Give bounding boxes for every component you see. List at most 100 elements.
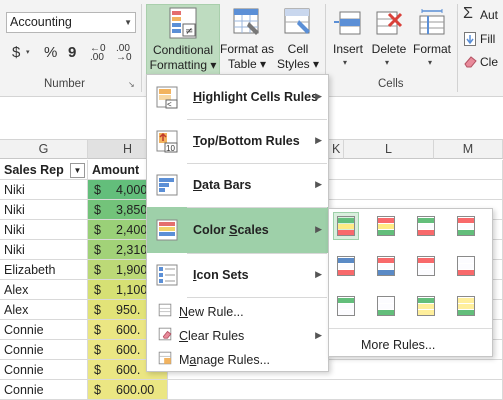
chevron-right-icon: ▶ bbox=[315, 135, 322, 145]
amount-cell[interactable]: $600.00 bbox=[88, 380, 168, 400]
new-rule-icon bbox=[155, 300, 179, 324]
swatch-band bbox=[338, 298, 354, 303]
column-header-k[interactable]: K bbox=[328, 140, 344, 159]
insert-button[interactable]: Insert ▾ bbox=[330, 4, 366, 74]
color-scale-swatch[interactable] bbox=[414, 213, 438, 239]
fill-down-icon bbox=[464, 32, 476, 46]
color-scale-swatch[interactable] bbox=[374, 293, 398, 319]
top-bottom-icon: 10 bbox=[155, 129, 179, 153]
sales-rep-cell[interactable]: Connie bbox=[0, 320, 88, 340]
chevron-down-icon[interactable]: ▼ bbox=[124, 13, 132, 32]
currency-symbol: $ bbox=[94, 383, 101, 397]
color-scale-swatch[interactable] bbox=[454, 253, 478, 279]
column-header-l[interactable]: L bbox=[344, 140, 434, 159]
swatch-band bbox=[458, 258, 474, 263]
cells-group-label: Cells bbox=[378, 78, 404, 90]
currency-format-button[interactable]: $ bbox=[12, 44, 20, 61]
swatch-band bbox=[418, 224, 434, 229]
header-sales-rep-label: Sales Rep bbox=[4, 163, 64, 177]
menu-separator bbox=[187, 253, 327, 254]
menu-item-top-bottom-rules[interactable]: 10 Top/Bottom Rules ▶ bbox=[147, 119, 328, 163]
swatch-band bbox=[418, 298, 434, 303]
swatch-band bbox=[338, 224, 354, 229]
column-header-m[interactable]: M bbox=[434, 140, 503, 159]
format-button[interactable]: Format ▾ bbox=[411, 4, 453, 74]
table-row: Connie $600.00 bbox=[0, 380, 503, 400]
sales-rep-cell[interactable]: Connie bbox=[0, 360, 88, 380]
svg-text:≠: ≠ bbox=[185, 26, 193, 37]
currency-symbol: $ bbox=[94, 323, 101, 337]
color-scale-swatch[interactable] bbox=[374, 253, 398, 279]
color-scale-swatch[interactable] bbox=[414, 253, 438, 279]
menu-item-manage-rules[interactable]: Manage Rules... bbox=[147, 347, 328, 373]
fill-button[interactable]: Fill bbox=[463, 30, 503, 48]
conditional-formatting-menu: < Highlight Cells Rules ▶ 10 Top/Bottom Rule… bbox=[146, 74, 329, 372]
color-scale-swatch[interactable] bbox=[334, 253, 358, 279]
insert-cells-icon bbox=[334, 11, 361, 35]
menu-item-data-bars[interactable]: Data Bars ▶ bbox=[147, 163, 328, 207]
chevron-right-icon: ▶ bbox=[315, 91, 322, 101]
autosum-button[interactable]: Σ Aut bbox=[463, 5, 503, 24]
format-as-table-label-line2: Table ▾ bbox=[227, 57, 267, 71]
swatch-band bbox=[338, 310, 354, 315]
number-format-dropdown[interactable]: Accounting ▼ bbox=[6, 12, 136, 33]
header-sales-rep[interactable]: Sales Rep ▼ bbox=[0, 160, 88, 180]
currency-symbol: $ bbox=[94, 243, 101, 257]
comma-style-button[interactable]: 9 bbox=[68, 44, 76, 61]
cell-styles-button[interactable]: Cell Styles ▾ bbox=[276, 4, 320, 74]
color-scale-swatch[interactable] bbox=[454, 213, 478, 239]
menu-item-highlight-cells-rules[interactable]: < Highlight Cells Rules ▶ bbox=[147, 75, 328, 119]
swatch-band bbox=[338, 304, 354, 309]
chevron-down-icon: ▾ bbox=[343, 58, 348, 67]
swatch-band bbox=[418, 270, 434, 275]
chevron-right-icon: ▶ bbox=[315, 179, 322, 189]
chevron-down-icon[interactable]: ▾ bbox=[26, 48, 30, 56]
conditional-formatting-button[interactable]: ≠ Conditional Formatting ▾ bbox=[146, 4, 220, 76]
sales-rep-cell[interactable]: Connie bbox=[0, 340, 88, 360]
access-key: H bbox=[193, 89, 203, 104]
insert-label: Insert bbox=[332, 42, 363, 56]
menu-item-icon-sets[interactable]: Icon Sets ▶ bbox=[147, 253, 328, 297]
currency-symbol: $ bbox=[94, 343, 101, 357]
menu-item-label: Icon Sets bbox=[193, 267, 249, 282]
sales-rep-cell[interactable]: Alex bbox=[0, 280, 88, 300]
format-as-table-button[interactable]: Format as Table ▾ bbox=[219, 4, 275, 74]
sales-rep-cell[interactable]: Niki bbox=[0, 240, 88, 260]
menu-item-label: Clear Rules bbox=[179, 328, 245, 343]
sales-rep-cell[interactable]: Niki bbox=[0, 220, 88, 240]
swatch-band bbox=[338, 270, 354, 275]
menu-separator bbox=[187, 207, 327, 208]
swatch-band bbox=[458, 298, 474, 303]
delete-label: Delete bbox=[371, 42, 407, 56]
menu-item-clear-rules[interactable]: Clear Rules ▶ bbox=[147, 325, 328, 347]
sales-rep-cell[interactable]: Niki bbox=[0, 200, 88, 220]
color-scale-swatch[interactable] bbox=[334, 293, 358, 319]
access-key: a bbox=[189, 352, 197, 367]
increase-decimal-icon[interactable]: ←0.00 bbox=[90, 44, 106, 63]
filter-dropdown-icon[interactable]: ▼ bbox=[70, 163, 85, 178]
dialog-launcher-icon[interactable]: ↘ bbox=[128, 80, 135, 89]
menu-item-new-rule[interactable]: New Rule... bbox=[147, 299, 328, 325]
color-scale-swatch[interactable] bbox=[374, 213, 398, 239]
color-scale-swatch[interactable] bbox=[414, 293, 438, 319]
color-scales-submenu: More Rules... bbox=[328, 208, 493, 357]
more-rules-item[interactable]: More Rules... bbox=[361, 338, 435, 352]
delete-button[interactable]: Delete ▾ bbox=[369, 4, 409, 74]
chevron-down-icon: ▾ bbox=[385, 58, 390, 67]
data-bars-icon bbox=[155, 173, 179, 197]
format-as-table-label-line1: Format as bbox=[219, 42, 274, 56]
sales-rep-cell[interactable]: Elizabeth bbox=[0, 260, 88, 280]
sales-rep-cell[interactable]: Connie bbox=[0, 380, 88, 400]
percent-style-button[interactable]: % bbox=[44, 44, 57, 61]
color-scale-swatch[interactable] bbox=[454, 293, 478, 319]
menu-item-label: Data Bars bbox=[193, 177, 252, 192]
decrease-decimal-icon[interactable]: .00 →0 bbox=[116, 44, 132, 63]
access-key: I bbox=[193, 267, 197, 282]
clear-button[interactable]: Cle bbox=[463, 53, 503, 71]
sales-rep-cell[interactable]: Niki bbox=[0, 180, 88, 200]
empty-cell[interactable] bbox=[168, 380, 503, 400]
menu-item-color-scales[interactable]: Color Scales ▶ bbox=[147, 207, 328, 253]
column-header-g[interactable]: G bbox=[0, 140, 88, 159]
color-scale-swatch[interactable] bbox=[333, 212, 359, 240]
sales-rep-cell[interactable]: Alex bbox=[0, 300, 88, 320]
